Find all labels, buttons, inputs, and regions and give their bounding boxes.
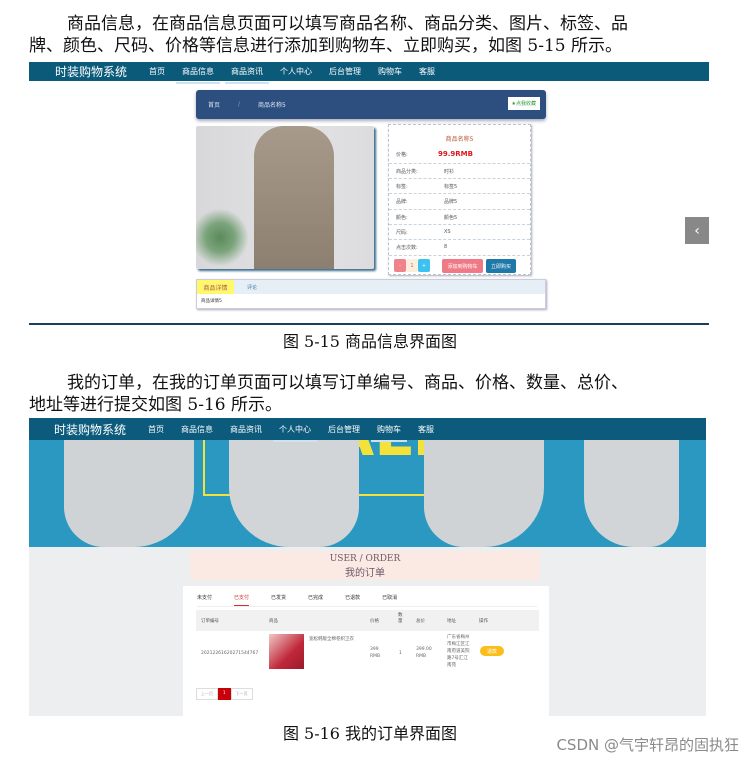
prev-page-button[interactable]: 上一页 [196,688,218,700]
product-image [196,126,374,269]
col-header: 商品 [269,619,278,624]
add-to-cart-button[interactable]: 添加到购物车 [442,259,483,273]
detail-text: 商品详情5 [201,299,222,304]
order-tabs: 未支付 已支付 已发货 已完成 已退款 已取消 [197,594,537,607]
breadcrumb-home[interactable]: 首页 [208,100,220,109]
nav-item[interactable]: 后台管理 [329,66,361,77]
attr-row: 标签: 标签5 [389,178,530,193]
next-page-button[interactable]: 下一页 [230,688,253,700]
breadcrumb-sep: / [238,101,241,108]
figure-product-screenshot: 时装购物系统 首页 商品信息 商品资讯 个人中心 后台管理 购物车 客服 首页 … [29,62,709,325]
attr-row: 点击次数: 8 [389,239,530,254]
col-header: 总价 [416,619,425,624]
attr-row: 尺码: XS [389,224,530,239]
nav-item[interactable]: 商品资讯 [225,66,270,84]
brand-logo[interactable]: 时装购物系统 [54,421,126,438]
nav-item[interactable]: 后台管理 [328,424,360,435]
breadcrumb-current: 商品名称5 [258,102,286,109]
nav-item[interactable]: 首页 [149,66,165,77]
price: 399 RMB [370,647,381,659]
nav-item[interactable]: 商品资讯 [230,424,262,435]
nav-item[interactable]: 购物车 [378,66,402,77]
product-price: 99.9RMB [438,150,473,158]
detail-tabs-panel: 商品详情 评论 商品详情5 [196,279,546,309]
refund-button[interactable]: 退款 [480,646,504,656]
qty-minus-button[interactable]: - [394,259,406,272]
carousel-prev-button[interactable]: ‹ [685,217,709,244]
nav-item[interactable]: 个人中心 [280,66,312,77]
goods-thumbnail[interactable] [269,634,304,669]
tab-refunded[interactable]: 已退款 [345,594,360,606]
tab-unpaid[interactable]: 未支付 [197,594,212,606]
figure-caption: 图 5-15 商品信息界面图 [282,332,458,351]
nav-item[interactable]: 商品信息 [181,424,213,435]
top-nav: 时装购物系统 首页 商品信息 商品资讯 个人中心 后台管理 购物车 客服 [29,418,706,442]
tab-shipped[interactable]: 已发货 [271,594,286,606]
total: 399.00 RMB [416,647,432,659]
chevron-left-icon: ‹ [694,222,700,239]
price-label: 价格: [396,152,408,158]
goods-name[interactable]: 宽松韩版全棉卷织卫衣 [309,636,354,643]
attr-row: 商品分类: 时衫 [389,163,530,178]
title-cn: 我的订单 [345,568,385,579]
title-en: USER / ORDER [329,554,401,564]
para-line: 我的订单，在我的订单页面可以填写订单编号、商品、价格、数量、总价、 [67,373,628,393]
order-id: 20212261620271544767 [201,651,259,656]
col-header: 地址 [447,619,456,624]
para-line: 地址等进行提交如图 5-16 所示。 [29,395,282,415]
watermark: CSDN @气宇轩昂的固执狂 [556,736,739,754]
paragraph-2: 我的订单，在我的订单页面可以填写订单编号、商品、价格、数量、总价、 地址等进行提交… [29,372,719,416]
nav-item[interactable]: 个人中心 [273,424,318,442]
col-header: 价格 [370,619,379,624]
tab-cancelled[interactable]: 已取消 [382,594,397,606]
col-header: 订单编号 [201,619,219,624]
buy-now-button[interactable]: 立即购买 [486,259,516,273]
banner: SALE [29,418,706,547]
tab-comments[interactable]: 评论 [247,284,257,291]
breadcrumb: 首页 / 商品名称5 ★点我收藏 [196,90,546,119]
product-name: 商品名称5 [445,136,474,143]
nav-item[interactable]: 购物车 [371,424,408,442]
nav-item[interactable]: 首页 [148,424,164,435]
col-header: 数量 [398,613,403,624]
nav-item[interactable]: 商品信息 [176,66,221,84]
qty-input[interactable]: 1 [406,259,418,272]
brand-logo[interactable]: 时装购物系统 [55,63,127,80]
nav-item[interactable]: 客服 [419,66,435,77]
tab-paid[interactable]: 已支付 [234,594,250,606]
tab-detail[interactable]: 商品详情 [197,280,234,294]
favorite-button[interactable]: ★点我收藏 [507,97,540,110]
qty-plus-button[interactable]: + [418,259,430,272]
address: 广东省梅州市梅江区江南府道美院路7号汇江南苑 [447,635,470,668]
quantity: 1 [399,651,402,656]
figure-order-screenshot: SALE 时装购物系统 首页 商品信息 商品资讯 个人中心 后台管理 购物车 客… [29,418,706,716]
para-line: 商品信息，在商品信息页面可以填写商品名称、商品分类、图片、标签、品 [67,14,628,34]
paragraph-1: 商品信息，在商品信息页面可以填写商品名称、商品分类、图片、标签、品 牌、颜色、尺码… [29,13,719,57]
attr-row: 颜色: 颜色5 [389,209,530,224]
attr-row: 品牌: 品牌5 [389,193,530,208]
product-info-panel: 商品名称5 价格: 99.9RMB 商品分类: 时衫 标签: 标签5 品牌: 品牌5 … [388,124,531,275]
col-header: 操作 [479,619,488,624]
para-line: 牌、颜色、尺码、价格等信息进行添加到购物车、立即购买，如图 5-15 所示。 [29,36,622,56]
pagination: 上一页 1 下一页 [196,688,253,700]
nav-item[interactable]: 客服 [418,424,434,435]
order-panel: 未支付 已支付 已发货 已完成 已退款 已取消 订单编号 商品 价格 数量 总价… [183,586,549,716]
order-title: USER / ORDER 我的订单 [190,551,540,580]
page-1-button[interactable]: 1 [218,688,231,700]
top-nav: 时装购物系统 首页 商品信息 商品资讯 个人中心 后台管理 购物车 客服 [29,62,709,84]
tab-completed[interactable]: 已完成 [308,594,323,606]
